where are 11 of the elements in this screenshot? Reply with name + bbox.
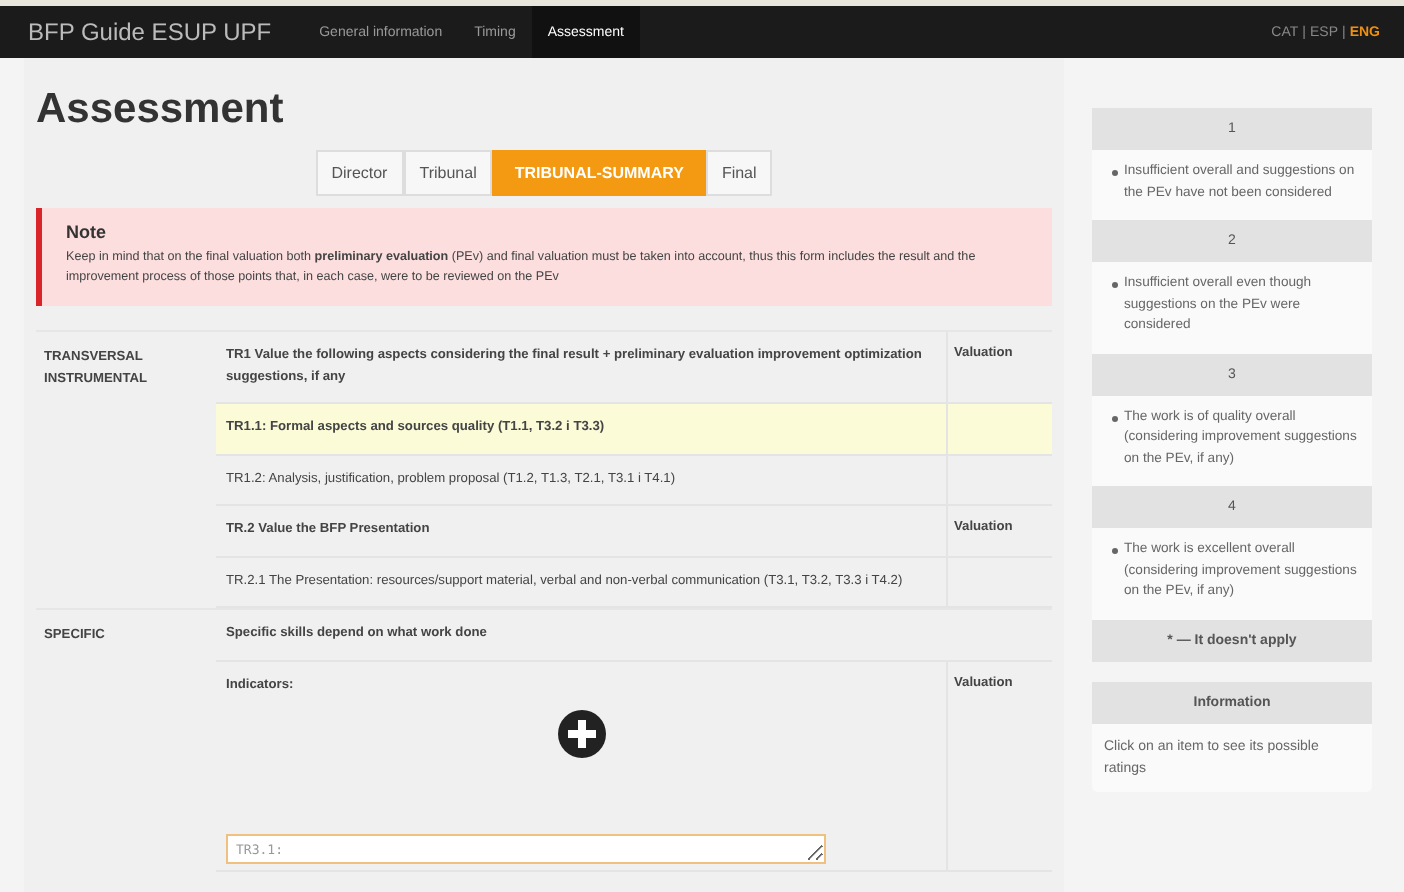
page-title: Assessment: [36, 86, 286, 134]
brand-title[interactable]: BFP Guide ESUP UPF: [28, 18, 272, 46]
bullet-icon: [1112, 170, 1118, 176]
bullet-icon: [1112, 282, 1118, 289]
tab[interactable]: Director: [315, 150, 404, 196]
bullet-icon: [1112, 548, 1118, 555]
note-title: Note: [66, 222, 108, 242]
tab[interactable]: Final: [705, 150, 773, 196]
add-icon[interactable]: [557, 709, 605, 757]
tab[interactable]: Tribunal: [403, 150, 493, 196]
bullet-icon: [1112, 415, 1118, 422]
